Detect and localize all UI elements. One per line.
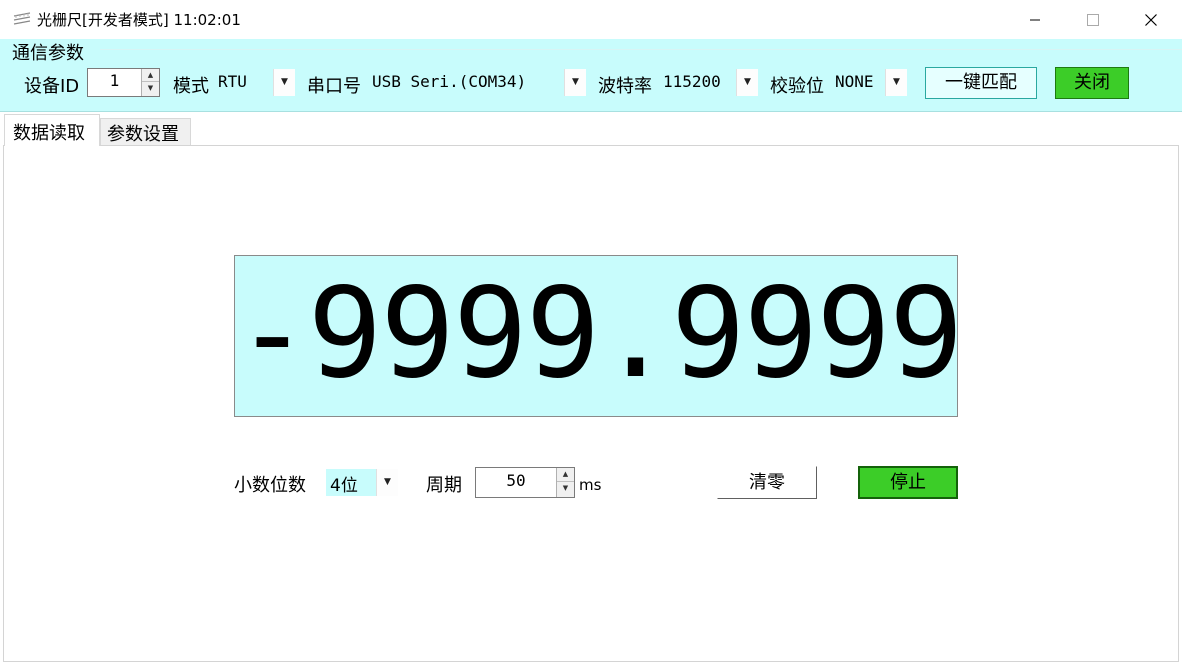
reading-display: -9999.9999	[234, 255, 958, 417]
baud-value: 115200	[663, 72, 721, 91]
maximize-button[interactable]	[1064, 0, 1122, 39]
chevron-down-icon[interactable]: ▼	[273, 69, 295, 96]
stop-button[interactable]: 停止	[858, 466, 958, 499]
stepper-up-icon[interactable]: ▲	[557, 468, 574, 482]
tab-data-read[interactable]: 数据读取	[4, 114, 100, 146]
mode-label: 模式	[173, 76, 209, 97]
stepper-down-icon[interactable]: ▼	[557, 482, 574, 496]
mode-select[interactable]: RTU ▼	[214, 69, 295, 96]
parity-label: 校验位	[770, 76, 824, 97]
stepper-down-icon[interactable]: ▼	[142, 82, 159, 95]
close-port-button[interactable]: 关闭	[1055, 67, 1129, 99]
window-title: 光栅尺[开发者模式] 11:02:01	[37, 11, 241, 29]
device-id-value[interactable]: 1	[88, 71, 141, 90]
close-window-button[interactable]	[1122, 0, 1180, 39]
clear-button[interactable]: 清零	[717, 466, 817, 499]
parity-select[interactable]: NONE ▼	[831, 69, 907, 96]
ruler-app-icon	[13, 12, 31, 25]
mode-value: RTU	[218, 72, 247, 91]
decimals-label: 小数位数	[234, 475, 306, 496]
minimize-icon	[1030, 19, 1040, 20]
device-id-stepper[interactable]: 1 ▲ ▼	[87, 68, 160, 97]
tab-param-settings[interactable]: 参数设置	[100, 118, 191, 145]
baud-label: 波特率	[598, 76, 652, 97]
period-unit: ms	[579, 476, 602, 494]
chevron-down-icon[interactable]: ▼	[736, 69, 758, 96]
parity-value: NONE	[835, 72, 874, 91]
decimals-value: 4位	[330, 476, 358, 496]
period-label: 周期	[426, 475, 462, 496]
title-bar: 光栅尺[开发者模式] 11:02:01	[0, 0, 1182, 39]
reading-value: -9999.9999	[235, 262, 958, 406]
stepper-arrows[interactable]: ▲ ▼	[556, 468, 574, 497]
stepper-arrows[interactable]: ▲ ▼	[141, 69, 159, 96]
chevron-down-icon[interactable]: ▼	[885, 69, 907, 96]
port-value: USB Seri.(COM34)	[372, 72, 527, 91]
stepper-up-icon[interactable]: ▲	[142, 69, 159, 82]
baud-select[interactable]: 115200 ▼	[659, 69, 758, 96]
chevron-down-icon[interactable]: ▼	[564, 69, 586, 96]
close-icon	[1145, 13, 1157, 26]
auto-match-button[interactable]: 一键匹配	[925, 67, 1037, 99]
port-select[interactable]: USB Seri.(COM34) ▼	[368, 69, 586, 96]
chevron-down-icon[interactable]: ▼	[376, 469, 398, 496]
port-label: 串口号	[307, 76, 361, 97]
group-title: 通信参数	[12, 43, 84, 64]
maximize-icon	[1087, 13, 1099, 26]
minimize-button[interactable]	[1006, 0, 1064, 39]
group-divider	[100, 49, 1182, 50]
period-value[interactable]: 50	[476, 471, 556, 490]
device-id-label: 设备ID	[24, 76, 80, 97]
decimals-select[interactable]: 4位 ▼	[326, 469, 398, 496]
comm-params-group: 通信参数 设备ID 1 ▲ ▼ 模式 RTU ▼ 串口号 USB Seri.(C…	[0, 39, 1182, 112]
period-stepper[interactable]: 50 ▲ ▼	[475, 467, 575, 498]
